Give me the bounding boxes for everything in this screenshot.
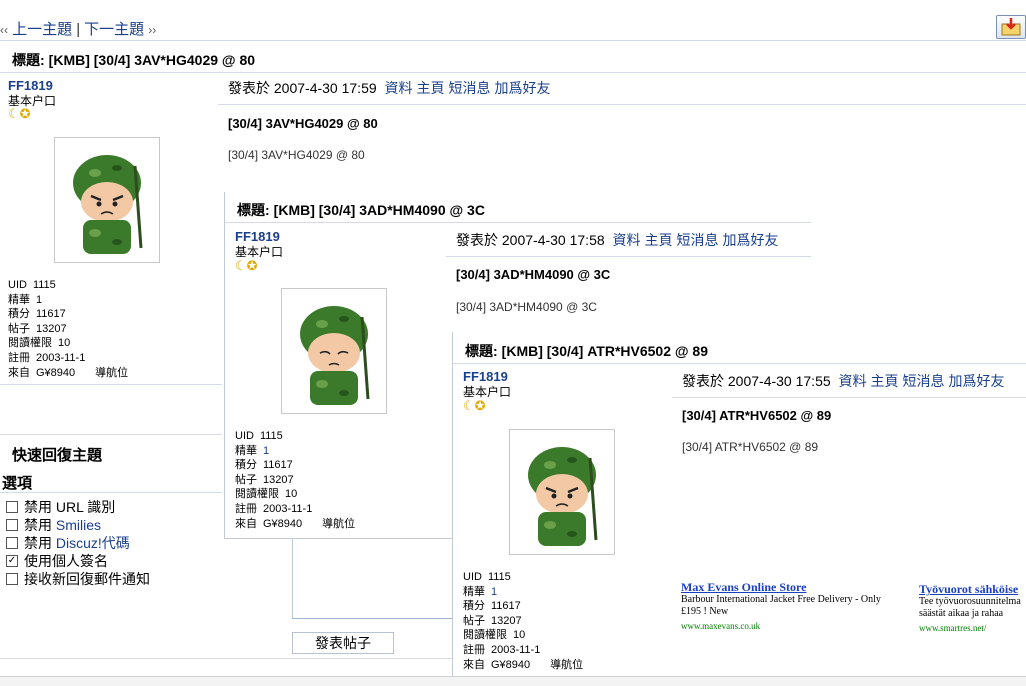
option-email-notify[interactable]: 接收新回復郵件通知 xyxy=(6,569,150,589)
post-title: 標題: [KMB] [30/4] ATR*HV6502 @ 89 xyxy=(465,343,709,359)
message-title: [30/4] 3AV*HG4029 @ 80 xyxy=(228,116,378,131)
rank-icons: ☾✪ xyxy=(8,106,31,122)
username-link[interactable]: FF1819 xyxy=(235,229,280,244)
options-divider xyxy=(0,492,222,493)
title-divider xyxy=(225,222,811,223)
checkbox-use-signature[interactable]: ✓ xyxy=(6,555,18,568)
pm-link[interactable]: 短消息 xyxy=(449,80,491,96)
meta-divider xyxy=(446,256,811,257)
add-friend-link[interactable]: 加爲好友 xyxy=(949,373,1005,389)
profile-link[interactable]: 資料 xyxy=(839,373,867,389)
user-stats: UID 1115 精華 1 積分 11617 帖子 13207 閱讀權限 10 註冊 200… xyxy=(235,430,356,530)
profile-link[interactable]: 資料 xyxy=(385,80,413,96)
message-body: [30/4] 3AV*HG4029 @ 80 xyxy=(228,148,365,162)
rank-icons: ☾✪ xyxy=(463,398,486,414)
post-window-3: 標題: [KMB] [30/4] ATR*HV6502 @ 89 FF1819 基… xyxy=(452,332,1026,676)
meta-divider xyxy=(672,397,1026,398)
textarea-border-bottom xyxy=(292,618,452,619)
next-arrow: ›› xyxy=(148,23,157,37)
ad-url-1[interactable]: www.maxevans.co.uk xyxy=(681,621,760,631)
homepage-link[interactable]: 主頁 xyxy=(417,80,445,96)
message-title: [30/4] ATR*HV6502 @ 89 xyxy=(682,408,832,423)
submit-post-button[interactable]: 發表帖子 xyxy=(292,632,394,654)
option-disable-discuz[interactable]: 禁用 Discuz!代碼 xyxy=(6,533,130,553)
checkbox-disable-url[interactable] xyxy=(6,501,18,514)
ad-text-1: Barbour International Jacket Free Delive… xyxy=(681,594,881,617)
checkbox-disable-smilies[interactable] xyxy=(6,519,18,532)
title-divider xyxy=(453,363,1026,364)
message-body: [30/4] 3AD*HM4090 @ 3C xyxy=(456,300,597,314)
avatar xyxy=(54,137,160,263)
export-icon[interactable] xyxy=(996,15,1026,39)
homepage-link[interactable]: 主頁 xyxy=(645,232,673,248)
pm-link[interactable]: 短消息 xyxy=(677,232,719,248)
post-meta: 發表於 2007-4-30 17:55 資料 主頁 短消息 加爲好友 xyxy=(682,373,1005,389)
checkbox-email-notify[interactable] xyxy=(6,573,18,586)
star-icon: ✪ xyxy=(246,258,258,273)
nav-divider: | xyxy=(76,21,81,38)
username-link[interactable]: FF1819 xyxy=(463,369,508,384)
moon-icon: ☾ xyxy=(235,258,247,273)
add-friend-link[interactable]: 加爲好友 xyxy=(495,80,551,96)
next-topic-link[interactable]: 下一主題 xyxy=(84,21,144,38)
prev-arrow: ‹‹ xyxy=(0,23,8,37)
footer-divider xyxy=(0,658,452,659)
username-link[interactable]: FF1819 xyxy=(8,78,53,93)
post-bottom-divider xyxy=(0,384,222,385)
user-stats: UID 1115 精華 1 積分 11617 帖子 13207 閱讀權限 10 註冊 200… xyxy=(463,571,584,671)
post-meta: 發表於 2007-4-30 17:59 資料 主頁 短消息 加爲好友 xyxy=(228,80,551,96)
ad-text-2: Tee työvuorosuunnitelma säästät aikaa ja… xyxy=(919,596,1021,619)
post-title: 標題: [KMB] [30/4] 3AD*HM4090 @ 3C xyxy=(237,202,485,218)
moon-icon: ☾ xyxy=(463,398,475,413)
option-disable-smilies[interactable]: 禁用 Smilies xyxy=(6,515,101,535)
checkbox-disable-discuz[interactable] xyxy=(6,537,18,550)
options-title: 選項 xyxy=(2,475,33,492)
textarea-border-left xyxy=(292,536,293,618)
user-stats: UID 1115 精華 1 積分 11617 帖子 13207 閱讀權限 10 註冊 200… xyxy=(8,279,129,379)
star-icon: ✪ xyxy=(474,398,486,413)
quick-reply-divider xyxy=(0,434,222,435)
moon-icon: ☾ xyxy=(8,106,20,121)
message-title: [30/4] 3AD*HM4090 @ 3C xyxy=(456,267,611,282)
option-use-signature[interactable]: ✓ 使用個人簽名 xyxy=(6,551,108,571)
avatar xyxy=(281,288,387,414)
message-body: [30/4] ATR*HV6502 @ 89 xyxy=(682,440,819,454)
avatar xyxy=(509,429,615,555)
post-meta: 發表於 2007-4-30 17:58 資料 主頁 短消息 加爲好友 xyxy=(456,232,779,248)
rank-icons: ☾✪ xyxy=(235,258,258,274)
post-title-text: [KMB] [30/4] 3AV*HG4029 @ 80 xyxy=(48,52,256,68)
star-icon: ✪ xyxy=(19,106,31,121)
homepage-link[interactable]: 主頁 xyxy=(871,373,899,389)
pm-link[interactable]: 短消息 xyxy=(903,373,945,389)
ad-url-2[interactable]: www.smartres.net/ xyxy=(919,623,986,633)
header-divider xyxy=(0,40,1026,41)
prev-topic-link[interactable]: 上一主題 xyxy=(12,21,72,38)
post-title-label: 標題: xyxy=(12,52,45,68)
meta-divider xyxy=(218,104,1026,105)
option-disable-url[interactable]: 禁用 URL 識別 xyxy=(6,497,115,517)
quick-reply-title: 快速回復主題 xyxy=(12,447,103,464)
post-title: 標題: [KMB] [30/4] 3AV*HG4029 @ 80 xyxy=(12,50,255,70)
title-divider xyxy=(0,72,1026,73)
ad-title-1[interactable]: Max Evans Online Store xyxy=(681,580,806,595)
ad-title-2[interactable]: Työvuorot sähköise xyxy=(919,582,1018,597)
add-friend-link[interactable]: 加爲好友 xyxy=(723,232,779,248)
profile-link[interactable]: 資料 xyxy=(613,232,641,248)
topic-navigation: ‹‹ 上一主題 | 下一主題 ›› xyxy=(0,18,156,39)
